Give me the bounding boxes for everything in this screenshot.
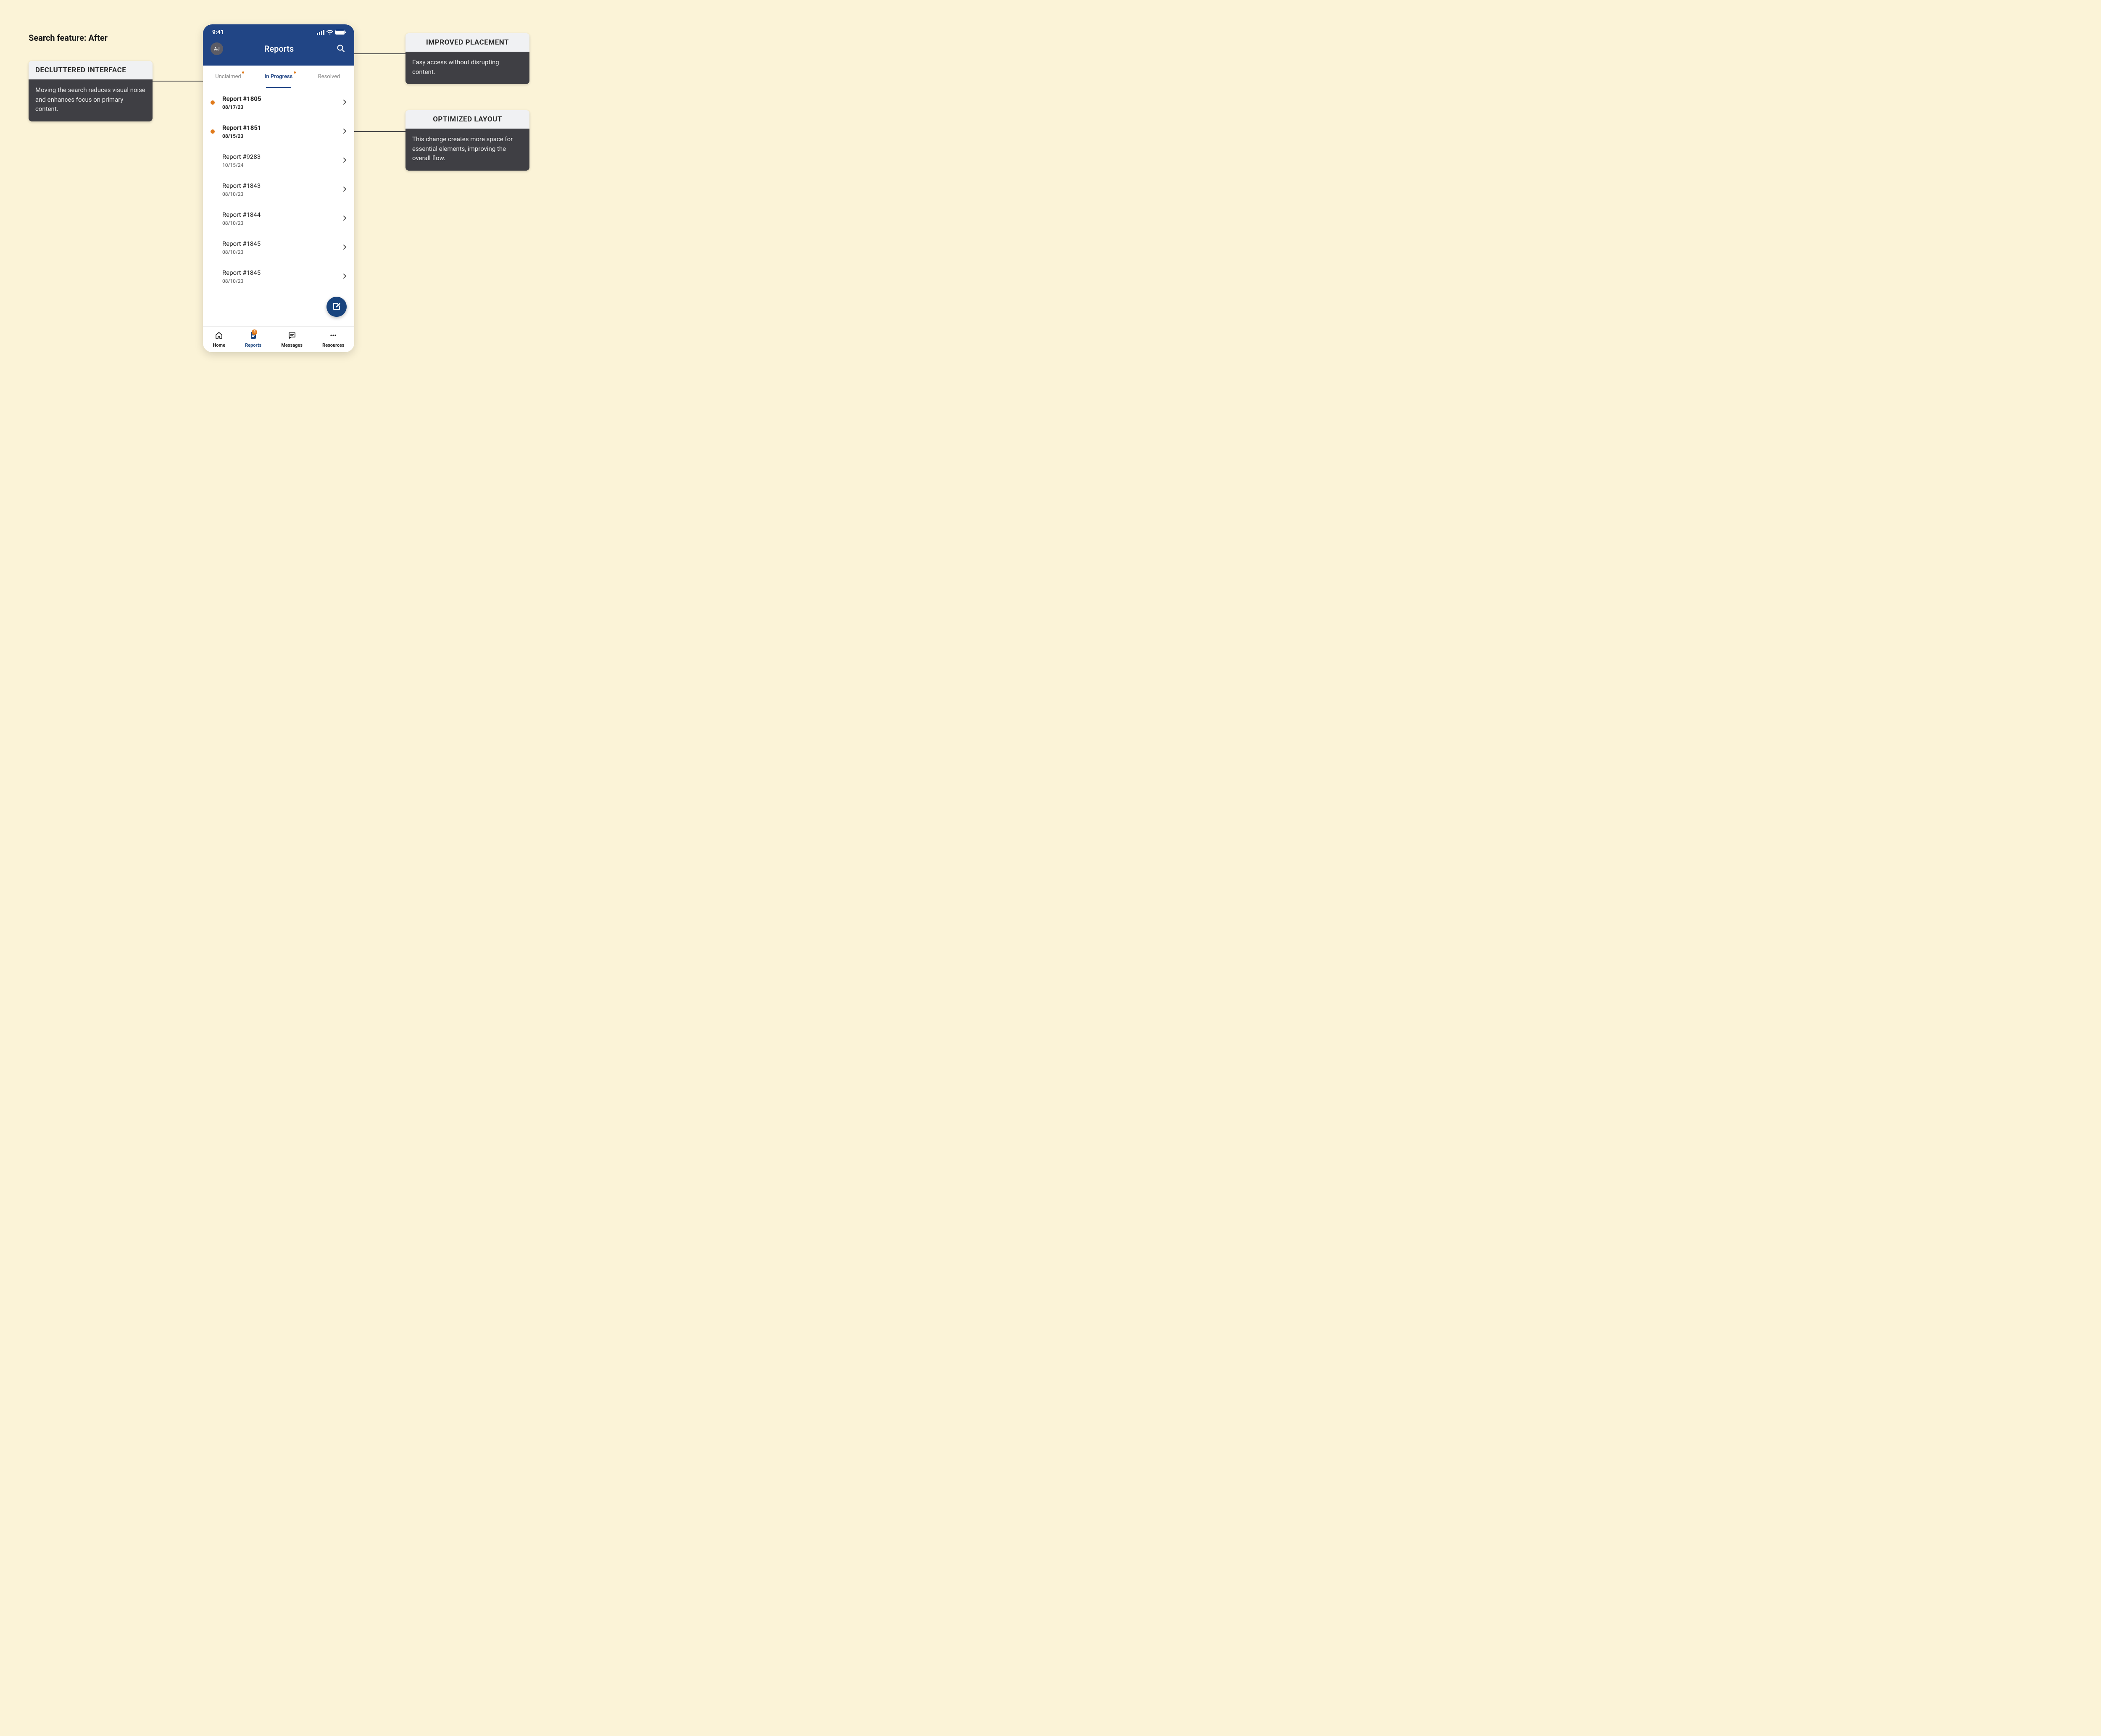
- chevron-right-icon: [342, 99, 347, 107]
- nav-badge: 4: [252, 329, 257, 335]
- report-title: Report #1843: [222, 182, 342, 190]
- unread-dot-icon: [211, 274, 215, 279]
- list-item-main: Report #184408/10/23: [222, 211, 342, 226]
- list-item-main: Report #184508/10/23: [222, 269, 342, 284]
- notification-dot-icon: [242, 71, 244, 74]
- report-date: 08/15/23: [222, 133, 342, 139]
- search-button[interactable]: [335, 43, 347, 55]
- list-item-main: Report #184308/10/23: [222, 182, 342, 197]
- unread-dot-icon: [211, 187, 215, 192]
- chevron-right-icon: [342, 215, 347, 223]
- list-item[interactable]: Report #180508/17/23: [203, 88, 354, 117]
- nav-label: Reports: [245, 342, 261, 348]
- tab-label: In Progress: [265, 74, 293, 80]
- nav-home[interactable]: Home: [213, 331, 225, 348]
- chevron-right-icon: [342, 273, 347, 281]
- more-icon: [329, 331, 337, 341]
- chevron-right-icon: [342, 128, 347, 136]
- app-header: 9:41 AJ Reports: [203, 24, 354, 66]
- tab-label: Unclaimed: [215, 74, 241, 80]
- callout-layout: OPTIMIZED LAYOUT This change creates mor…: [405, 110, 529, 171]
- report-date: 08/10/23: [222, 191, 342, 197]
- signal-icon: [317, 30, 324, 35]
- report-title: Report #1851: [222, 124, 342, 132]
- nav-messages[interactable]: Messages: [281, 331, 303, 348]
- report-list[interactable]: Report #180508/17/23 Report #185108/15/23…: [203, 88, 354, 327]
- list-item-main: Report #185108/15/23: [222, 124, 342, 139]
- callout-placement: IMPROVED PLACEMENT Easy access without d…: [405, 33, 529, 84]
- tabs: Unclaimed In Progress Resolved: [203, 66, 354, 88]
- callout-layout-body: This change creates more space for essen…: [405, 129, 529, 171]
- nav-label: Home: [213, 342, 225, 348]
- new-report-fab[interactable]: [326, 297, 347, 317]
- status-bar: 9:41: [203, 24, 354, 37]
- list-item[interactable]: Report #184308/10/23: [203, 175, 354, 204]
- status-time: 9:41: [212, 29, 224, 36]
- report-date: 08/17/23: [222, 104, 342, 110]
- list-item-main: Report #180508/17/23: [222, 95, 342, 110]
- list-item[interactable]: Report #184408/10/23: [203, 204, 354, 233]
- chevron-right-icon: [342, 157, 347, 165]
- tab-in-progress[interactable]: In Progress: [253, 66, 304, 88]
- nav-label: Resources: [322, 342, 344, 348]
- avatar[interactable]: AJ: [211, 42, 223, 55]
- home-icon: [215, 331, 223, 341]
- list-item-main: Report #184508/10/23: [222, 240, 342, 255]
- nav-label: Messages: [281, 342, 303, 348]
- phone-frame: 9:41 AJ Reports: [203, 24, 354, 352]
- list-item[interactable]: Report #184508/10/23: [203, 262, 354, 291]
- list-item-main: Report #928310/15/24: [222, 153, 342, 168]
- nav-resources[interactable]: Resources: [322, 331, 344, 348]
- report-date: 08/10/23: [222, 220, 342, 226]
- notification-dot-icon: [294, 71, 296, 74]
- list-item[interactable]: Report #928310/15/24: [203, 146, 354, 175]
- callout-layout-title: OPTIMIZED LAYOUT: [405, 110, 529, 129]
- report-title: Report #9283: [222, 153, 342, 161]
- bottom-nav: Home 4 Reports Messages Resources: [203, 326, 354, 352]
- report-title: Report #1844: [222, 211, 342, 219]
- callout-declutter-body: Moving the search reduces visual noise a…: [29, 79, 153, 121]
- callout-placement-body: Easy access without disrupting content.: [405, 52, 529, 84]
- messages-icon: [288, 331, 296, 341]
- report-date: 08/10/23: [222, 278, 342, 284]
- report-date: 08/10/23: [222, 249, 342, 255]
- callout-declutter-title: DECLUTTERED INTERFACE: [29, 61, 153, 79]
- report-title: Report #1845: [222, 240, 342, 248]
- tab-label: Resolved: [318, 74, 340, 80]
- unread-dot-icon: [211, 216, 215, 221]
- report-date: 10/15/24: [222, 162, 342, 168]
- chevron-right-icon: [342, 186, 347, 194]
- search-icon: [337, 44, 345, 54]
- tab-unclaimed[interactable]: Unclaimed: [203, 66, 253, 88]
- callout-placement-title: IMPROVED PLACEMENT: [405, 33, 529, 52]
- compose-icon: [332, 302, 341, 312]
- chevron-right-icon: [342, 244, 347, 252]
- battery-icon: [335, 30, 346, 35]
- unread-dot-icon: [211, 245, 215, 250]
- callout-declutter: DECLUTTERED INTERFACE Moving the search …: [29, 61, 153, 121]
- report-title: Report #1845: [222, 269, 342, 277]
- report-title: Report #1805: [222, 95, 342, 103]
- header-title: Reports: [264, 44, 294, 54]
- unread-dot-icon: [211, 100, 215, 105]
- list-item[interactable]: Report #184508/10/23: [203, 233, 354, 262]
- nav-reports[interactable]: 4 Reports: [245, 331, 261, 348]
- page-title: Search feature: After: [29, 33, 108, 43]
- tab-resolved[interactable]: Resolved: [304, 66, 354, 88]
- list-item[interactable]: Report #185108/15/23: [203, 117, 354, 146]
- unread-dot-icon: [211, 158, 215, 163]
- unread-dot-icon: [211, 129, 215, 134]
- wifi-icon: [326, 30, 333, 35]
